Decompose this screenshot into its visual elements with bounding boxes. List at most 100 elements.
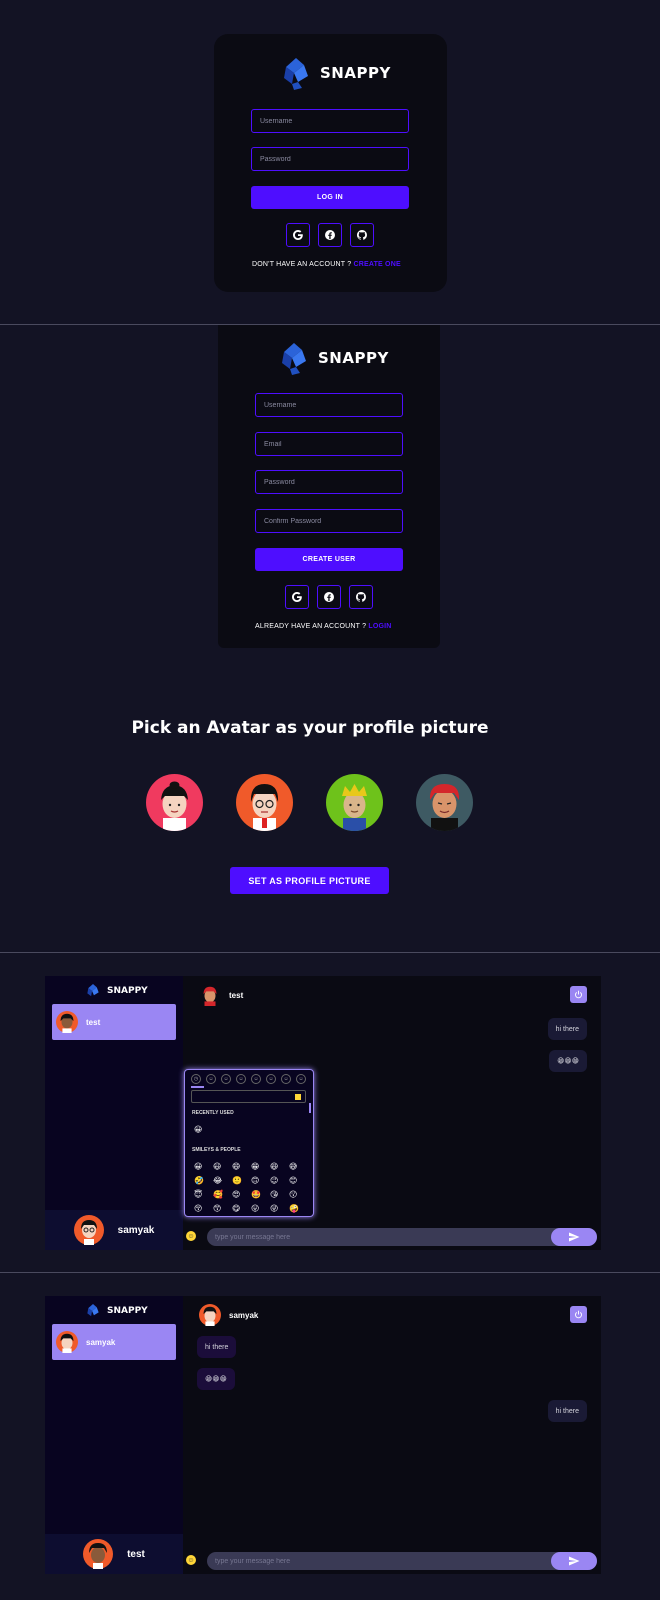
emoji-item[interactable]: 😉 [270,1176,278,1185]
emoji-item[interactable]: 😀 [194,1125,202,1134]
switch-to-login: ALREADY HAVE AN ACCOUNT ? LOGIN [255,623,392,630]
password-field[interactable] [251,147,409,171]
avatar-option-4[interactable] [416,774,473,831]
confirm-password-field[interactable] [255,509,403,533]
emoji-category-tabs: ◷ ☺ ☺ ☺ ☺ ☺ ☺ ☺ [191,1074,306,1084]
chat-input-bar: ☺ [183,1226,601,1250]
emoji-tab-food-icon[interactable]: ☺ [236,1074,246,1084]
send-button[interactable] [551,1228,597,1246]
emoji-item[interactable]: 😙 [213,1204,221,1213]
switch-to-register: DON'T HAVE AN ACCOUNT ? CREATE ONE [252,261,401,268]
emoji-item[interactable]: 🤪 [289,1204,299,1213]
emoji-item[interactable]: 😀 [194,1162,202,1171]
emoji-item[interactable]: 😋 [232,1204,240,1213]
emoji-item[interactable]: 😗 [289,1190,297,1199]
facebook-icon [324,592,334,602]
emoji-item[interactable]: 😍 [232,1190,240,1199]
emoji-item[interactable]: 😚 [194,1204,202,1213]
login-section: SNAPPY LOG IN DON'T HAVE AN ACCOUNT ? CR… [0,0,660,318]
github-button[interactable] [350,223,374,247]
emoji-toggle-button[interactable]: ☺ [186,1555,196,1565]
emoji-item[interactable]: 😂 [213,1176,222,1185]
emoji-item[interactable]: 😁 [251,1162,259,1171]
emoji-tab-symbols-icon[interactable]: ☺ [296,1074,306,1084]
emoji-item[interactable]: 😘 [270,1190,278,1199]
google-button[interactable] [286,223,310,247]
avatar-option-2[interactable] [236,774,293,831]
current-user-name: test [127,1548,145,1560]
google-icon [292,592,302,602]
login-button[interactable]: LOG IN [251,186,409,209]
avatar [199,1304,221,1326]
emoji-item[interactable]: 🤣 [194,1176,204,1185]
brand-name: SNAPPY [107,1306,148,1316]
facebook-button[interactable] [317,585,341,609]
emoji-item[interactable]: 😊 [289,1176,297,1185]
create-account-link[interactable]: CREATE ONE [353,261,400,268]
google-icon [293,230,303,240]
github-button[interactable] [349,585,373,609]
emoji-item[interactable]: 🥰 [213,1190,223,1199]
emoji-item[interactable]: 😛 [251,1204,259,1213]
emoji-picker: ◷ ☺ ☺ ☺ ☺ ☺ ☺ ☺ RECENTLY USED 😀 SMILEYS … [184,1069,314,1217]
set-profile-picture-button[interactable]: SET AS PROFILE PICTURE [230,867,389,894]
emoji-tab-recent-icon[interactable]: ◷ [191,1074,201,1084]
emoji-item[interactable]: 😅 [289,1162,297,1171]
current-user-name: samyak [117,1224,155,1236]
facebook-button[interactable] [318,223,342,247]
create-user-button[interactable]: CREATE USER [255,548,403,571]
emoji-tab-objects-icon[interactable]: ☺ [281,1074,291,1084]
avatar-option-1[interactable] [146,774,203,831]
chat-panel: samyak hi there 😁😁😁 hi there ☺ [183,1296,601,1574]
emoji-tab-animals-icon[interactable]: ☺ [221,1074,231,1084]
emoji-item[interactable]: 🙂 [232,1176,242,1185]
login-card: SNAPPY LOG IN DON'T HAVE AN ACCOUNT ? CR… [214,34,447,292]
contact-item[interactable]: samyak [52,1324,176,1360]
register-card: SNAPPY CREATE USER ALREADY HAVE AN ACCOU… [218,325,440,648]
chat-header: samyak [199,1304,258,1326]
password-field[interactable] [255,470,403,494]
facebook-icon [325,230,335,240]
send-button[interactable] [551,1552,597,1570]
contact-item[interactable]: test [52,1004,176,1040]
avatar-option-3[interactable] [326,774,383,831]
emoji-item[interactable]: 🙃 [251,1176,259,1185]
emoji-scrollbar[interactable] [309,1103,311,1113]
contact-name: samyak [86,1337,116,1347]
chat-header: test [199,984,243,1006]
google-button[interactable] [285,585,309,609]
emoji-tab-smileys-icon[interactable]: ☺ [206,1074,216,1084]
avatar-picker-title: Pick an Avatar as your profile picture [131,718,489,738]
emoji-toggle-button[interactable]: ☺ [186,1231,196,1241]
emoji-item[interactable]: 😆 [270,1162,278,1171]
brand: SNAPPY [85,983,148,999]
emoji-tab-activity-icon[interactable]: ☺ [266,1074,276,1084]
avatar [199,984,221,1006]
snappy-logo-icon [284,58,308,90]
contacts-panel: SNAPPY test samyak [45,976,183,1250]
avatar [56,1331,78,1353]
username-field[interactable] [251,109,409,133]
send-icon [569,1556,580,1566]
skin-tone-icon[interactable] [295,1094,301,1100]
emoji-item[interactable]: 😇 [194,1190,202,1199]
emoji-search-input[interactable] [191,1090,306,1103]
message-bubble: hi there [547,1018,587,1040]
logout-button[interactable] [570,1306,587,1323]
logout-button[interactable] [570,986,587,1003]
message-input[interactable] [207,1228,597,1246]
smiley-icon: ☺ [187,1232,195,1240]
emoji-tab-travel-icon[interactable]: ☺ [251,1074,261,1084]
emoji-item[interactable]: 🤩 [251,1190,261,1199]
emoji-item[interactable]: 😃 [213,1162,221,1171]
email-field[interactable] [255,432,403,456]
emoji-item[interactable]: 😄 [232,1162,240,1171]
snappy-logo-icon [87,1303,99,1317]
brand: SNAPPY [278,341,389,375]
login-link[interactable]: LOGIN [368,623,391,630]
emoji-item[interactable]: 😜 [270,1204,278,1213]
username-field[interactable] [255,393,403,417]
github-icon [357,230,367,240]
message-input[interactable] [207,1552,597,1570]
chat-window-2: SNAPPY samyak test samyak hi there 😁😁😁 h… [45,1296,601,1574]
